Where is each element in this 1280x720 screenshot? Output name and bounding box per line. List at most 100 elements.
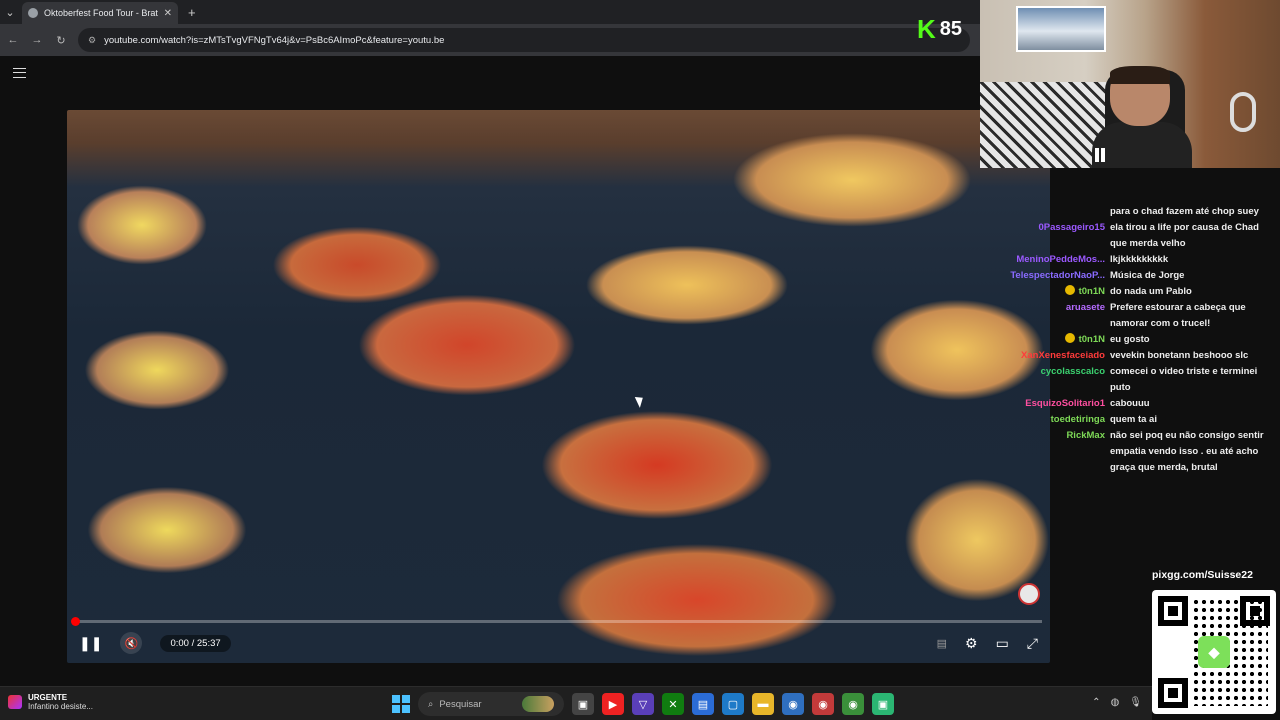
chat-username-text: cycolasscalco — [1040, 366, 1105, 377]
chat-text: Música de Jorge — [1110, 270, 1185, 281]
fullscreen-icon[interactable]: ⤢ — [1027, 635, 1038, 652]
pause-icon[interactable]: ❚❚ — [79, 635, 102, 652]
streaming-app-icon[interactable]: ▣ — [872, 693, 894, 715]
chat-username-text: MeninoPeddeMos... — [1016, 254, 1105, 265]
chat-message: EsquizoSolitario1 cabouuu — [1000, 396, 1278, 412]
miniplayer-icon[interactable]: ▭ — [996, 635, 1009, 652]
chat-username[interactable]: EsquizoSolitario1 — [1000, 396, 1110, 412]
mute-icon[interactable]: 🔇 — [120, 632, 143, 654]
subtitles-icon[interactable]: ▤ — [937, 637, 947, 650]
search-highlight-icon — [522, 696, 554, 712]
chat-username-text: 0Passageiro15 — [1038, 222, 1105, 233]
chat-text: cabouuu — [1110, 398, 1150, 409]
chat-username[interactable]: 0Passageiro15 — [1000, 220, 1110, 252]
chat-username-text: XanXenesfaceiado — [1021, 350, 1105, 361]
file-explorer-icon[interactable]: ▬ — [752, 693, 774, 715]
windows-taskbar: URGENTE Infantino desiste... ⌕ Pesquisar… — [0, 686, 1152, 720]
chat-username-text: t0n1N — [1078, 286, 1105, 297]
search-placeholder: Pesquisar — [439, 698, 482, 710]
news-icon — [8, 695, 22, 709]
tab-close-icon[interactable]: ✕ — [164, 8, 172, 19]
chat-username[interactable]: RickMax — [1000, 428, 1110, 476]
chat-text: lkjkkkkkkkkk — [1110, 254, 1169, 265]
chat-username[interactable]: cycolasscalco — [1000, 364, 1110, 396]
url-text: youtube.com/watch?is=zMTsTvgVFNgTv64j&v=… — [104, 34, 445, 46]
viewer-count: 85 — [939, 17, 963, 40]
new-tab-icon[interactable]: + — [188, 5, 196, 20]
chat-message: XanXenesfaceiado vevekin bonetann beshooo… — [1000, 348, 1278, 364]
start-icon[interactable] — [392, 695, 410, 713]
chat-message: cycolasscalco comecei o video triste e te… — [1000, 364, 1278, 396]
chat-username[interactable]: MeninoPeddeMos... — [1000, 252, 1110, 268]
time-display: 0:00 / 25:37 — [160, 634, 231, 652]
chat-username[interactable]: t0n1N — [1000, 284, 1110, 300]
video-player[interactable]: ❚❚ 🔇 0:00 / 25:37 ▤ ⚙ ▭ ⤢ — [67, 110, 1050, 663]
youtube-app-icon[interactable]: ▶ — [602, 693, 624, 715]
qr-finder — [1158, 678, 1188, 708]
network-icon[interactable]: ◍ — [1111, 697, 1120, 708]
chat-message: para o chad fazem até chop suey — [1000, 204, 1278, 220]
chat-username[interactable] — [1000, 204, 1110, 220]
chrome-icon[interactable]: ◉ — [782, 693, 804, 715]
news-title: URGENTE — [28, 693, 68, 702]
reload-icon[interactable]: ↻ — [54, 34, 68, 47]
tray-overflow-icon[interactable]: ⌃ — [1092, 697, 1100, 708]
chat-badge-icon — [1064, 285, 1075, 295]
mouse-cursor-icon — [634, 394, 647, 408]
system-tray: ⌃ ◍ 🎙 — [1092, 697, 1142, 708]
donation-url: pixgg.com/Suisse22 — [1152, 569, 1253, 581]
forward-icon[interactable]: → — [30, 34, 44, 46]
chat-username[interactable]: t0n1N — [1000, 332, 1110, 348]
chat-message: RickMax não sei poq eu não consigo sentir… — [1000, 428, 1278, 476]
chat-message: toedetiringa quem ta ai — [1000, 412, 1278, 428]
qr-code: ◆ — [1152, 590, 1276, 714]
webcam-feed — [980, 0, 1280, 168]
news-widget[interactable]: URGENTE Infantino desiste... — [8, 693, 93, 711]
player-controls: ❚❚ 🔇 0:00 / 25:37 ▤ ⚙ ▭ ⤢ — [67, 623, 1050, 663]
chat-text: comecei o video triste e terminei puto — [1110, 366, 1258, 393]
site-info-icon[interactable]: ⚙ — [88, 35, 96, 46]
chat-text: não sei poq eu não consigo sentir empati… — [1110, 430, 1264, 473]
news-subtitle: Infantino desiste... — [28, 702, 93, 711]
qr-finder — [1158, 596, 1188, 626]
chat-text: ela tirou a life por causa de Chad que m… — [1110, 222, 1259, 249]
monitor-app-icon[interactable]: ▢ — [722, 693, 744, 715]
pause-overlay-icon — [1093, 148, 1107, 162]
chrome-alt-icon[interactable]: ◉ — [842, 693, 864, 715]
chat-badge-icon — [1064, 333, 1075, 343]
chat-message: t0n1N eu gosto — [1000, 332, 1278, 348]
browser-toolbar: ← → ↻ ⚙ youtube.com/watch?is=zMTsTvgVFNg… — [0, 24, 980, 56]
notepad-icon[interactable]: ▤ — [692, 693, 714, 715]
screen: ⌄ Oktoberfest Food Tour - Bratw... ✕ + ←… — [0, 0, 1280, 720]
chat-username-text: EsquizoSolitario1 — [1025, 398, 1105, 409]
xbox-icon[interactable]: ✕ — [662, 693, 684, 715]
vpn-app-icon[interactable]: ▽ — [632, 693, 654, 715]
chat-username[interactable]: toedetiringa — [1000, 412, 1110, 428]
chat-message: aruasete Prefere estourar a cabeça que na… — [1000, 300, 1278, 332]
chat-message: 0Passageiro15 ela tirou a life por causa … — [1000, 220, 1278, 252]
settings-icon[interactable]: ⚙ — [965, 635, 978, 652]
microphone-icon[interactable]: 🎙 — [1129, 697, 1142, 708]
chat-username-text: toedetiringa — [1050, 414, 1105, 425]
chrome-profile-icon[interactable]: ◉ — [812, 693, 834, 715]
taskbar-search[interactable]: ⌕ Pesquisar — [418, 692, 564, 716]
chat-username[interactable]: XanXenesfaceiado — [1000, 348, 1110, 364]
search-icon: ⌕ — [428, 698, 434, 710]
chat-username-text: RickMax — [1066, 430, 1105, 441]
chat-username[interactable]: TelespectadorNaoP... — [1000, 268, 1110, 284]
chat-text: eu gosto — [1110, 334, 1150, 345]
chat-username[interactable]: aruasete — [1000, 300, 1110, 332]
back-icon[interactable]: ← — [6, 34, 20, 46]
browser-tab[interactable]: Oktoberfest Food Tour - Bratw... ✕ — [22, 2, 178, 24]
tab-title: Oktoberfest Food Tour - Bratw... — [44, 8, 158, 18]
address-bar[interactable]: ⚙ youtube.com/watch?is=zMTsTvgVFNgTv64j&… — [78, 28, 970, 52]
chat-username-text: aruasete — [1065, 302, 1105, 313]
channel-watermark-icon[interactable] — [1018, 583, 1040, 605]
tab-search-chevron-icon[interactable]: ⌄ — [0, 0, 20, 24]
chat-username-text: t0n1N — [1078, 334, 1105, 345]
task-view-icon[interactable]: ▣ — [572, 693, 594, 715]
qr-logo-icon: ◆ — [1198, 636, 1230, 668]
chat-text: do nada um Pablo — [1110, 286, 1192, 297]
streamer-hair — [1110, 66, 1170, 84]
menu-icon[interactable] — [13, 68, 26, 78]
